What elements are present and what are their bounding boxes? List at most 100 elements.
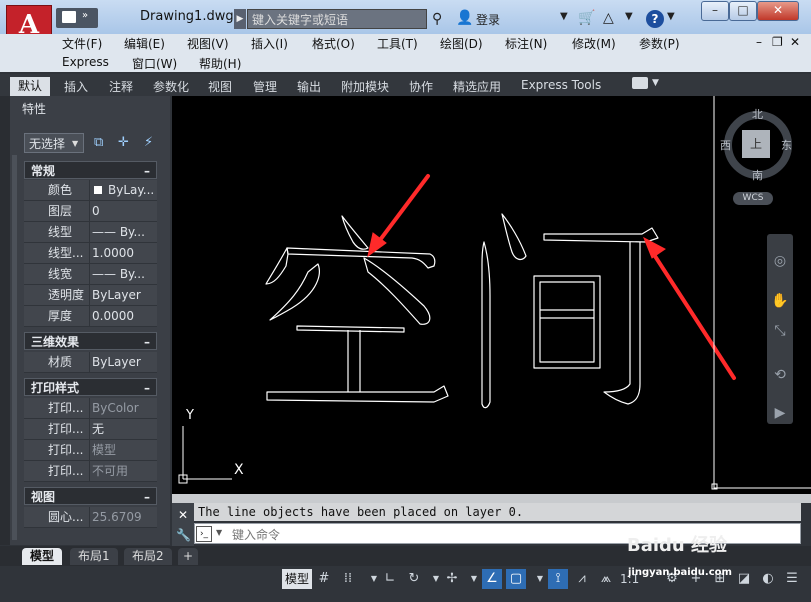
- collapse-icon[interactable]: –: [144, 162, 150, 180]
- collapse-icon[interactable]: –: [144, 333, 150, 351]
- drawing-canvas[interactable]: Y X: [172, 96, 811, 496]
- property-row[interactable]: 图层 0: [24, 201, 157, 222]
- menu-help[interactable]: 帮助(H): [199, 55, 241, 72]
- property-value[interactable]: 0: [92, 201, 100, 221]
- section-view[interactable]: 视图 –: [24, 487, 157, 505]
- user-icon[interactable]: 👤: [456, 10, 473, 26]
- menu-tools[interactable]: 工具(T): [377, 35, 418, 52]
- command-input[interactable]: 键入命令: [232, 526, 280, 543]
- tab-featured-apps[interactable]: 精选应用: [453, 78, 501, 95]
- menu-express[interactable]: Express: [62, 55, 109, 69]
- minimize-button[interactable]: –: [701, 1, 729, 21]
- property-row[interactable]: 线型... 1.0000: [24, 243, 157, 264]
- object-snap-icon[interactable]: ▢: [506, 569, 526, 589]
- property-value[interactable]: ByLayer: [92, 285, 141, 305]
- tab-default[interactable]: 默认: [10, 77, 50, 96]
- select-objects-icon[interactable]: ✛: [118, 135, 134, 151]
- ribbon-dropdown-icon[interactable]: ▼: [652, 78, 659, 88]
- property-row[interactable]: 打印... 无: [24, 419, 157, 440]
- zoom-extents-icon[interactable]: ⤡: [769, 320, 791, 342]
- tab-insert[interactable]: 插入: [64, 78, 88, 95]
- selection-dropdown-icon[interactable]: ▼: [72, 139, 78, 148]
- viewcube-top-face[interactable]: 上: [742, 130, 770, 158]
- quick-select-icon[interactable]: ⚡: [144, 135, 160, 151]
- add-layout-button[interactable]: +: [178, 548, 199, 565]
- showmotion-icon[interactable]: ▶: [769, 402, 791, 424]
- maximize-button[interactable]: □: [729, 1, 757, 21]
- search-input[interactable]: 键入关键字或短语: [247, 9, 427, 29]
- tab-layout1[interactable]: 布局1: [70, 548, 118, 565]
- model-space-button[interactable]: 模型: [282, 569, 312, 589]
- section-general[interactable]: 常规 –: [24, 161, 157, 179]
- compass-east[interactable]: 东: [781, 137, 792, 153]
- section-plot-style[interactable]: 打印样式 –: [24, 378, 157, 396]
- property-value[interactable]: —— By...: [92, 264, 145, 284]
- collapse-icon[interactable]: –: [144, 379, 150, 397]
- qat-expand-icon[interactable]: »: [82, 10, 88, 21]
- command-customize-icon[interactable]: 🔧: [176, 528, 191, 542]
- quick-access-toolbar[interactable]: »: [56, 8, 98, 28]
- login-button[interactable]: 登录: [476, 11, 500, 28]
- pan-icon[interactable]: ✋: [769, 290, 791, 312]
- property-row[interactable]: 透明度 ByLayer: [24, 285, 157, 306]
- cart-icon[interactable]: 🛒: [578, 10, 595, 26]
- tab-layout2[interactable]: 布局2: [124, 548, 172, 565]
- annotation-visibility-icon[interactable]: ⟟: [548, 569, 568, 589]
- palette-title-strip[interactable]: [0, 96, 10, 545]
- tab-output[interactable]: 输出: [297, 78, 321, 95]
- object-snap-tracking-icon[interactable]: ∠: [482, 569, 502, 589]
- menu-draw[interactable]: 绘图(D): [440, 35, 483, 52]
- command-recent-dropdown-icon[interactable]: ▼: [216, 528, 222, 537]
- tab-annotate[interactable]: 注释: [109, 78, 133, 95]
- wcs-menu[interactable]: WCS: [733, 192, 773, 205]
- doc-minimize-icon[interactable]: –: [756, 35, 762, 49]
- section-3d-effects[interactable]: 三维效果 –: [24, 332, 157, 350]
- a360-icon[interactable]: △: [603, 10, 614, 26]
- compass-south[interactable]: 南: [752, 167, 763, 183]
- search-expand-icon[interactable]: ▶: [234, 9, 246, 29]
- auto-scale-icon[interactable]: ⩘: [572, 569, 592, 589]
- menu-parametric[interactable]: 参数(P): [639, 35, 680, 52]
- property-value[interactable]: ByLay...: [108, 180, 154, 200]
- menu-modify[interactable]: 修改(M): [572, 35, 616, 52]
- property-row[interactable]: 线型 —— By...: [24, 222, 157, 243]
- doc-restore-icon[interactable]: ❐: [772, 35, 783, 49]
- compass-west[interactable]: 西: [720, 137, 731, 153]
- help-dropdown-icon[interactable]: ▼: [667, 11, 675, 22]
- menu-insert[interactable]: 插入(I): [251, 35, 288, 52]
- customization-menu-icon[interactable]: ☰: [782, 569, 802, 589]
- isodraft-dropdown-icon[interactable]: ▼: [464, 569, 484, 589]
- property-row[interactable]: 打印... 模型: [24, 440, 157, 461]
- command-drag-bar[interactable]: [172, 494, 811, 503]
- snap-icon[interactable]: ⁞⁞: [338, 569, 358, 589]
- menu-window[interactable]: 窗口(W): [132, 55, 177, 72]
- ortho-icon[interactable]: ∟: [380, 569, 400, 589]
- tab-view[interactable]: 视图: [208, 78, 232, 95]
- property-value[interactable]: 无: [92, 419, 104, 439]
- osnap-dropdown-icon[interactable]: ▼: [530, 569, 550, 589]
- hardware-acceleration-icon[interactable]: ◪: [734, 569, 754, 589]
- menu-dimension[interactable]: 标注(N): [505, 35, 547, 52]
- new-file-icon[interactable]: [62, 11, 76, 23]
- property-value[interactable]: ByLayer: [92, 352, 141, 372]
- steering-wheel-icon[interactable]: ◎: [769, 250, 791, 272]
- collapse-icon[interactable]: –: [144, 488, 150, 506]
- toggle-pickadd-icon[interactable]: ⧉: [94, 135, 110, 151]
- command-prompt-icon[interactable]: ›_: [196, 526, 212, 542]
- tab-parametric[interactable]: 参数化: [153, 78, 189, 95]
- doc-close-icon[interactable]: ✕: [790, 35, 800, 49]
- command-close-icon[interactable]: ✕: [178, 508, 188, 522]
- property-row[interactable]: 材质 ByLayer: [24, 352, 157, 373]
- menu-format[interactable]: 格式(O): [312, 35, 355, 52]
- property-value[interactable]: 1.0000: [92, 243, 134, 263]
- property-value[interactable]: 0.0000: [92, 306, 134, 326]
- property-row[interactable]: 线宽 —— By...: [24, 264, 157, 285]
- property-row[interactable]: 颜色 ByLay...: [24, 180, 157, 201]
- ribbon-minimize-button[interactable]: [632, 77, 648, 89]
- menu-view[interactable]: 视图(V): [187, 35, 229, 52]
- a360-dropdown-icon[interactable]: ▼: [625, 11, 633, 22]
- isodraft-icon[interactable]: ✢: [442, 569, 462, 589]
- property-row[interactable]: 打印... ByColor: [24, 398, 157, 419]
- property-row[interactable]: 打印... 不可用: [24, 461, 157, 482]
- tab-model[interactable]: 模型: [22, 548, 63, 565]
